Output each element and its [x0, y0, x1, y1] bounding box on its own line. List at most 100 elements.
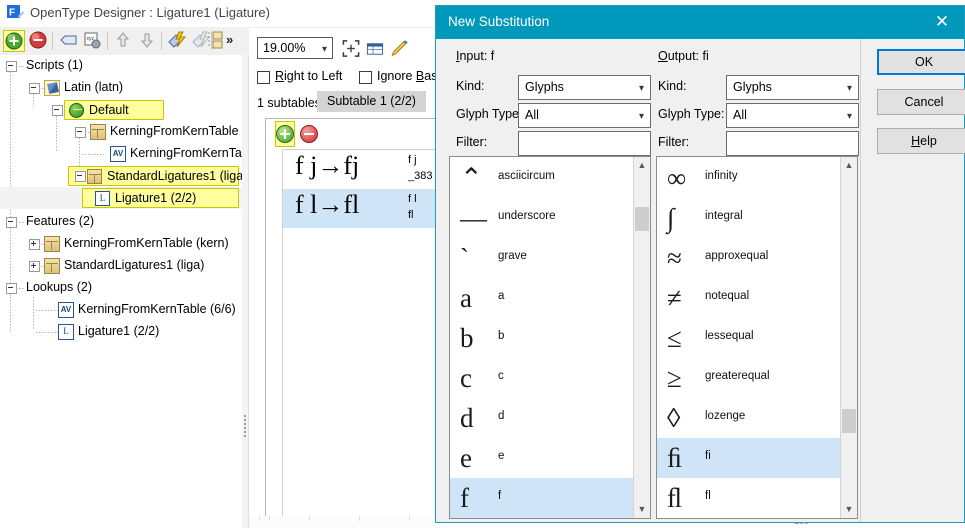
compile-button[interactable] — [167, 30, 189, 52]
tree-node-kern-feature[interactable]: KerningFromKernTable (kern — [0, 121, 242, 143]
tree-node-feature-liga[interactable]: StandardLigatures1 (liga) — [0, 255, 242, 277]
tree-node-label: KerningFromKernTable (6/6) — [78, 302, 236, 316]
list-item[interactable]: ` grave — [450, 238, 633, 278]
tree-node-label: KerningFromKernTable (kern — [110, 124, 242, 138]
tree-node-ligature1[interactable]: L Ligature1 (2/2) — [0, 187, 242, 209]
output-glyph-type-select[interactable]: All ▾ — [726, 103, 859, 128]
list-item[interactable]: ≤ lessequal — [657, 318, 840, 358]
tree-node-liga-feature[interactable]: StandardLigatures1 (liga) — [0, 165, 242, 187]
list-item[interactable]: c c — [450, 358, 633, 398]
scroll-down-icon[interactable]: ▼ — [634, 501, 650, 518]
add-script-button[interactable] — [3, 30, 25, 52]
input-list-scrollbar[interactable]: ▲ ▼ — [633, 157, 650, 518]
output-kind-value: Glyphs — [733, 80, 772, 94]
list-item[interactable]: ◊ lozenge — [657, 398, 840, 438]
scripts-tree-panel[interactable]: Scripts (1) Latin (latn) Default Kerning… — [0, 55, 243, 528]
output-list-scrollbar[interactable]: ▲ ▼ — [840, 157, 857, 518]
input-glyph-type-label: Glyph Type: — [456, 107, 523, 121]
subtable-tab[interactable]: Subtable 1 (2/2) — [317, 91, 426, 112]
cancel-button[interactable]: Cancel — [877, 89, 965, 115]
move-down-button[interactable] — [137, 30, 159, 52]
output-filter-field[interactable] — [726, 131, 859, 156]
list-item[interactable]: e e — [450, 438, 633, 478]
substitution-output-name: fl — [408, 209, 414, 221]
remove-script-button[interactable] — [28, 30, 50, 52]
input-kind-select[interactable]: Glyphs ▾ — [518, 75, 651, 100]
list-item[interactable]: — underscore — [450, 198, 633, 238]
list-item[interactable]: ⌃ asciicircum — [450, 158, 633, 198]
list-item[interactable]: ﬂ fl — [657, 478, 840, 518]
tree-node-label: Lookups (2) — [26, 280, 93, 294]
list-item-selected[interactable]: ﬁ fi — [657, 438, 840, 478]
tree-node-lookups[interactable]: Lookups (2) — [0, 277, 242, 299]
input-glyph-type-select[interactable]: All ▾ — [518, 103, 651, 128]
toolbar-overflow-button[interactable]: » — [226, 32, 233, 47]
tree-node-lookup-ligature1[interactable]: L Ligature1 (2/2) — [0, 321, 242, 343]
tree-node-label: StandardLigatures1 (liga) — [64, 258, 205, 272]
glyph-preview: ∞ — [667, 163, 687, 193]
table-view-button[interactable] — [365, 39, 385, 58]
move-up-icon — [116, 32, 130, 47]
edit-pen-button[interactable] — [389, 39, 409, 58]
output-glyph-list[interactable]: ∞ infinity ∫ integral ≈ approxequal ≠ no… — [656, 156, 858, 519]
scrollbar-thumb[interactable] — [842, 409, 856, 433]
add-substitution-button[interactable] — [275, 121, 295, 147]
list-item[interactable]: ≈ approxequal — [657, 238, 840, 278]
fit-selection-button[interactable] — [341, 39, 361, 58]
copy-feature-button[interactable] — [205, 30, 227, 52]
ok-button[interactable]: OK — [877, 49, 965, 75]
tree-node-label: KerningFromKernTable (kern) — [64, 236, 229, 250]
tree-node-feature-kern[interactable]: KerningFromKernTable (kern) — [0, 233, 242, 255]
dialog-body: Input: f Kind: Glyphs ▾ Glyph Type: All … — [436, 39, 965, 522]
glyph-name: underscore — [498, 210, 556, 222]
glyph-name: approxequal — [705, 250, 769, 262]
glyph-name: notequal — [705, 290, 750, 302]
tree-node-lookup-kern[interactable]: AV KerningFromKernTable (6/6) — [0, 299, 242, 321]
scroll-up-icon[interactable]: ▲ — [841, 157, 857, 174]
glyph-preview: f — [460, 483, 469, 513]
glyph-preview: c — [460, 363, 472, 393]
glyph-name: integral — [705, 210, 743, 222]
tree-connector — [82, 154, 104, 155]
list-item[interactable]: ∞ infinity — [657, 158, 840, 198]
svg-text:F: F — [9, 8, 15, 19]
edit-script-button[interactable]: xyz — [82, 30, 104, 52]
glyph-name: lozenge — [705, 410, 746, 422]
input-glyph-type-value: All — [525, 108, 539, 122]
list-item[interactable]: b b — [450, 318, 633, 358]
input-glyph-list[interactable]: ⌃ asciicircum — underscore ` grave a a b — [449, 156, 651, 519]
scroll-up-icon[interactable]: ▲ — [634, 157, 650, 174]
add-circle-icon — [276, 125, 294, 143]
tree-node-scripts[interactable]: Scripts (1) — [0, 55, 242, 77]
list-item-selected[interactable]: f f — [450, 478, 633, 518]
help-button[interactable]: Help — [877, 128, 965, 154]
scrollbar-thumb[interactable] — [635, 207, 649, 231]
list-item[interactable]: d d — [450, 398, 633, 438]
splitter-grip-icon — [244, 415, 246, 437]
expander-icon[interactable] — [75, 171, 86, 182]
move-up-button[interactable] — [113, 30, 135, 52]
glyph-preview: — — [460, 203, 487, 233]
rename-tag-button[interactable] — [58, 30, 80, 52]
expander-icon[interactable] — [52, 105, 63, 116]
remove-substitution-button[interactable] — [300, 125, 318, 143]
scroll-down-icon[interactable]: ▼ — [841, 501, 857, 518]
checkbox-box[interactable] — [359, 71, 372, 84]
tree-node-features[interactable]: Features (2) — [0, 211, 242, 233]
tree-node-default[interactable]: Default — [0, 99, 242, 121]
edit-script-icon: xyz — [84, 32, 101, 49]
checkbox-box[interactable] — [257, 71, 270, 84]
chevron-down-icon: ▾ — [846, 83, 852, 94]
output-kind-select[interactable]: Glyphs ▾ — [726, 75, 859, 100]
input-filter-field[interactable] — [518, 131, 651, 156]
list-item[interactable]: a a — [450, 278, 633, 318]
tree-node-kern-lookup[interactable]: AV KerningFromKernTable ( — [0, 143, 242, 165]
tree-connector — [16, 222, 24, 223]
tree-node-latin[interactable]: Latin (latn) — [0, 77, 242, 99]
zoom-combo[interactable]: 19.00% ▾ — [257, 37, 333, 59]
panel-splitter[interactable] — [242, 55, 249, 528]
list-item[interactable]: ≠ notequal — [657, 278, 840, 318]
list-item[interactable]: ≥ greaterequal — [657, 358, 840, 398]
close-icon[interactable]: ✕ — [930, 11, 954, 33]
list-item[interactable]: ∫ integral — [657, 198, 840, 238]
